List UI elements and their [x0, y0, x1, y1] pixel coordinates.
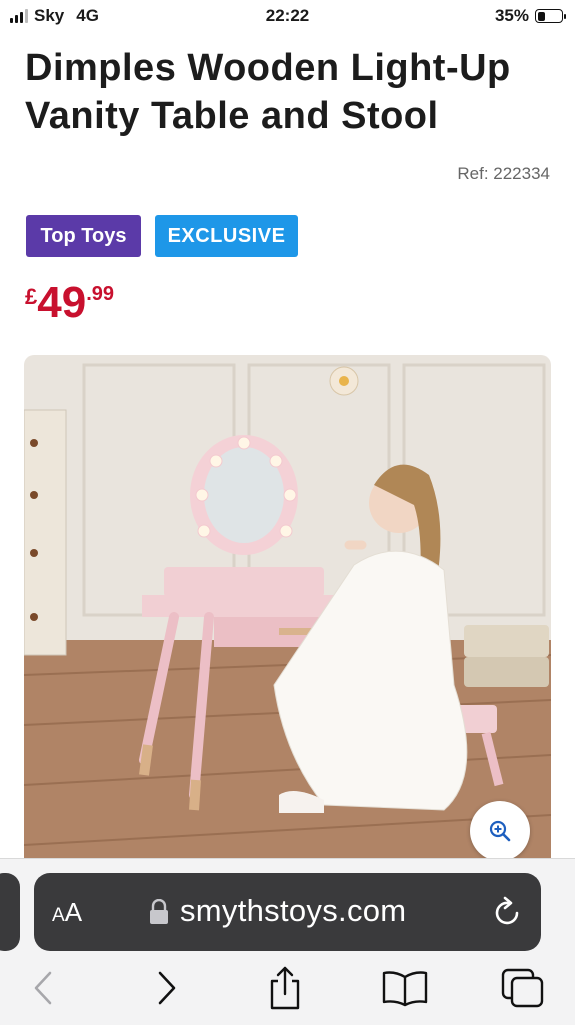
- lock-icon: [150, 899, 168, 924]
- forward-button[interactable]: [142, 963, 192, 1013]
- bookmarks-icon: [382, 971, 428, 1007]
- price-currency: £: [25, 284, 38, 309]
- zoom-button[interactable]: [470, 801, 530, 861]
- exclusive-badge: EXCLUSIVE: [155, 215, 298, 257]
- tabs-button[interactable]: [498, 963, 548, 1013]
- share-button[interactable]: [260, 963, 310, 1013]
- zoom-in-icon: [489, 820, 511, 842]
- top-toys-badge[interactable]: Top Toys: [26, 215, 141, 257]
- tabs-icon: [501, 968, 544, 1008]
- back-icon: [34, 971, 52, 1005]
- browser-toolbar: [0, 963, 575, 1023]
- back-button[interactable]: [18, 963, 68, 1013]
- battery-status: 35%: [494, 6, 566, 26]
- forward-icon: [158, 971, 176, 1005]
- status-bar: Sky 4G 22:22 35%: [0, 0, 575, 34]
- bookmarks-button[interactable]: [380, 963, 430, 1013]
- battery-percent: 35%: [494, 6, 529, 25]
- product-image[interactable]: [24, 355, 551, 860]
- price-whole: 49: [37, 278, 87, 327]
- clock: 22:22: [265, 6, 310, 25]
- address-bar[interactable]: AA smythstoys.com: [34, 873, 541, 951]
- battery-icon: [535, 9, 566, 23]
- product-photo: [24, 355, 551, 860]
- browser-chrome: AA smythstoys.com: [0, 858, 575, 1025]
- url-text[interactable]: smythstoys.com: [180, 893, 406, 929]
- share-icon: [270, 966, 300, 1010]
- text-size-button[interactable]: AA: [52, 897, 82, 928]
- product-price: £ 49 .99: [25, 280, 114, 326]
- reload-icon[interactable]: [493, 895, 523, 927]
- previous-tab-peek[interactable]: [0, 873, 20, 951]
- price-decimal: .99: [86, 283, 115, 305]
- product-ref: Ref: 222334: [457, 164, 550, 183]
- product-title: Dimples Wooden Light-Up Vanity Table and…: [25, 47, 511, 137]
